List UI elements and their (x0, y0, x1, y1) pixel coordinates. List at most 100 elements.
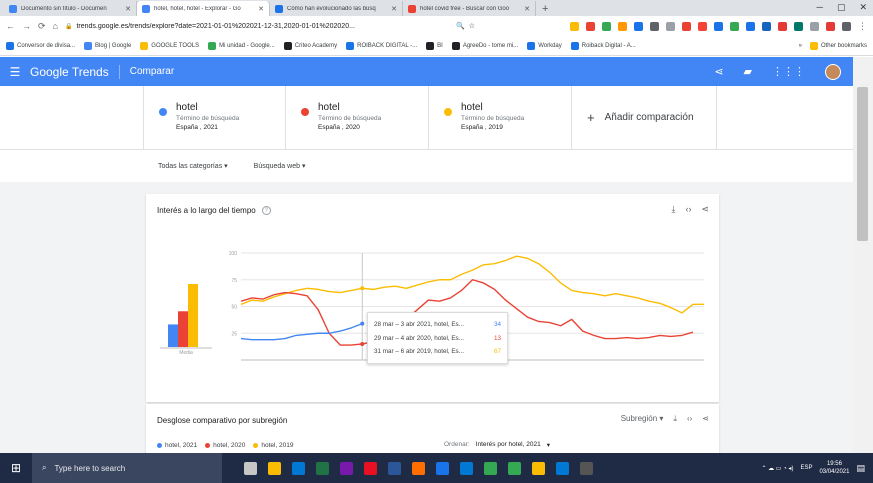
omnibox[interactable]: 🔒 trends.google.es/trends/explore?date=2… (65, 19, 475, 33)
bookmark-item[interactable]: Blog | Google (84, 41, 131, 50)
back-icon[interactable]: ← (6, 21, 15, 31)
extension-icon[interactable] (682, 21, 691, 31)
sort-control[interactable]: Ordenar: Interés por hotel, 2021 ▾ (444, 441, 550, 449)
extension-icon[interactable] (634, 21, 643, 31)
taskbar-app-icon[interactable] (436, 461, 449, 475)
avatar[interactable] (825, 63, 841, 80)
taskbar-search[interactable]: ⌕ Type here to search (32, 453, 222, 483)
taskbar-app-icon[interactable] (292, 461, 305, 475)
term-chip[interactable]: hotel Término de búsqueda España , 2021 (143, 86, 286, 149)
taskbar-app-icon[interactable] (484, 461, 497, 475)
interest-chart[interactable]: 25 50 75 100 Media (146, 194, 719, 402)
taskbar-app-icon[interactable] (316, 461, 329, 475)
forward-icon[interactable]: → (22, 21, 31, 31)
add-comparison-button[interactable]: + Añadir comparación (572, 86, 717, 149)
bookmark-item[interactable]: Roiback Digital - A... (570, 41, 636, 50)
extension-icon[interactable] (666, 21, 675, 31)
zoom-icon[interactable]: 🔍 (456, 22, 465, 30)
bookmark-item[interactable]: Mi unidad - Google... (208, 41, 275, 50)
taskbar-app-icon[interactable] (340, 461, 353, 475)
feedback-icon[interactable]: ▰ (744, 65, 752, 78)
browser-tab[interactable]: Documento sin título - Documen ✕ (4, 1, 137, 16)
extension-icon[interactable] (618, 21, 627, 31)
taskbar-app-icon[interactable] (532, 461, 545, 475)
taskbar-app-icon[interactable] (244, 461, 257, 475)
maximize-icon[interactable]: ▢ (837, 2, 846, 13)
y-tick-label: 25 (231, 331, 237, 337)
taskbar-app-icon[interactable] (388, 461, 401, 475)
tray-icons[interactable]: ⌃ ☁ ▭ ◔ ◂) (761, 465, 793, 472)
browser-tab[interactable]: hotel covid free - Buscar con Goo ✕ (403, 1, 536, 16)
bookmarks-overflow[interactable]: » (799, 43, 802, 49)
taskbar: ⊞ ⌕ Type here to search ⌃ ☁ ▭ ◔ ◂) ESP 1… (0, 453, 873, 483)
bookmark-item[interactable]: Criteo Academy (283, 41, 337, 50)
term-chip[interactable]: hotel Término de búsqueda España , 2019 (429, 86, 572, 149)
browser-tab[interactable]: Cómo han evolucionado las búsq ✕ (270, 1, 403, 16)
extension-icon[interactable] (762, 21, 771, 31)
close-tab-icon[interactable]: ✕ (125, 5, 131, 13)
taskbar-app-icon[interactable] (556, 461, 569, 475)
taskbar-app-icon[interactable] (268, 461, 281, 475)
notifications-icon[interactable]: ▤ (856, 463, 865, 474)
home-icon[interactable]: ⌂ (53, 21, 58, 31)
bookmark-item[interactable]: Conversor de divisa... (6, 41, 75, 50)
scrollbar-thumb[interactable] (857, 87, 868, 241)
new-tab-button[interactable]: + (536, 2, 554, 16)
comparison-terms: hotel Término de búsqueda España , 2021 … (0, 86, 853, 150)
series-line (240, 255, 704, 314)
extension-icon[interactable] (730, 21, 739, 31)
extension-icon[interactable] (826, 21, 835, 31)
extension-icon[interactable] (586, 21, 595, 31)
language-indicator[interactable]: ESP (800, 465, 812, 471)
browser-tab[interactable]: hotel, hotel, hotel - Explorar - Go ✕ (137, 1, 270, 16)
share-icon[interactable]: ⋖ (714, 65, 723, 78)
menu-dots-icon[interactable]: ⋮ (858, 21, 867, 32)
extension-icon[interactable] (810, 21, 819, 31)
apps-grid-icon[interactable]: ⋮⋮⋮ (772, 65, 805, 78)
clock[interactable]: 19:56 03/04/2021 (819, 460, 849, 476)
term-chip[interactable]: hotel Término de búsqueda España , 2020 (286, 86, 429, 149)
minimize-icon[interactable]: ─ (817, 2, 823, 13)
taskbar-app-icon[interactable] (460, 461, 473, 475)
taskbar-app-icon[interactable] (412, 461, 425, 475)
bookmark-item[interactable]: BI (426, 41, 443, 50)
star-icon[interactable]: ☆ (469, 22, 475, 30)
bookmark-icon (527, 41, 536, 50)
trends-logo[interactable]: Google Trends (30, 64, 120, 79)
download-icon[interactable]: ⤓ (673, 414, 677, 424)
extension-icon[interactable] (778, 21, 787, 31)
embed-icon[interactable]: ‹› (687, 414, 692, 424)
extension-icon[interactable] (650, 21, 659, 31)
other-bookmarks[interactable]: Other bookmarks (809, 41, 867, 50)
bookmark-item[interactable]: Workday (527, 41, 562, 50)
tooltip-row: 31 mar – 6 abr 2019, hotel, Es... 67 (374, 348, 501, 356)
taskbar-app-icon[interactable] (364, 461, 377, 475)
caret-down-icon: ▾ (224, 163, 228, 170)
taskbar-app-icon[interactable] (508, 461, 521, 475)
extension-icon[interactable] (714, 21, 723, 31)
close-window-icon[interactable]: ✕ (859, 2, 867, 13)
subregion-dropdown[interactable]: Subregión ▾ (621, 414, 664, 424)
taskbar-app-icon[interactable] (580, 461, 593, 475)
extension-icon[interactable] (746, 21, 755, 31)
close-tab-icon[interactable]: ✕ (524, 5, 530, 13)
windows-start-icon[interactable]: ⊞ (0, 461, 32, 475)
bookmark-item[interactable]: GOOGLE TOOLS (140, 41, 199, 50)
extension-icon[interactable] (794, 21, 803, 31)
share-icon[interactable]: ⋖ (702, 414, 709, 424)
bookmark-item[interactable]: ROIBACK DIGITAL -... (346, 41, 417, 50)
favicon-icon (408, 4, 416, 13)
extension-icon[interactable] (570, 21, 579, 31)
close-tab-icon[interactable]: ✕ (258, 5, 264, 13)
category-dropdown[interactable]: Todas las categorías ▾ (158, 162, 228, 170)
page-scrollbar[interactable] (853, 57, 873, 453)
menu-icon[interactable]: ☰ (0, 65, 30, 79)
extension-icon[interactable] (842, 21, 851, 31)
extension-icon[interactable] (602, 21, 611, 31)
tooltip-value: 67 (493, 348, 501, 356)
search-type-dropdown[interactable]: Búsqueda web ▾ (254, 162, 306, 170)
bookmark-item[interactable]: AgreeDo - tome mi... (451, 41, 518, 50)
extension-icon[interactable] (698, 21, 707, 31)
close-tab-icon[interactable]: ✕ (391, 5, 397, 13)
reload-icon[interactable]: ⟳ (38, 21, 46, 32)
